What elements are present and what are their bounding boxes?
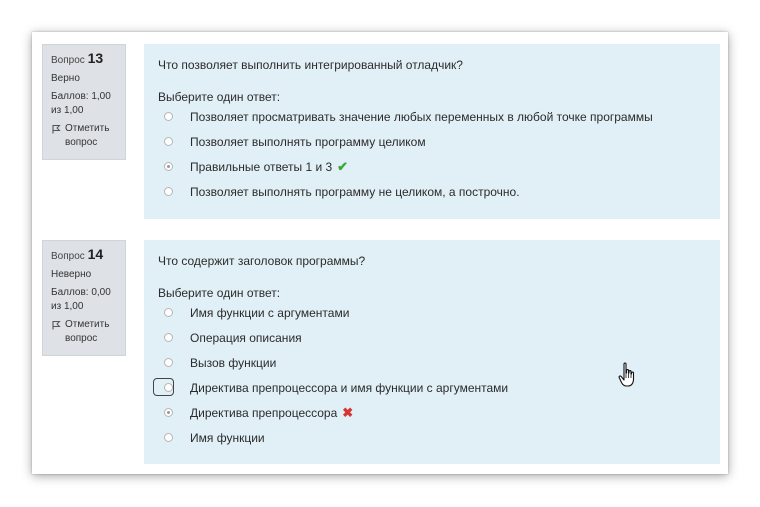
flag-question-link[interactable]: Отметить вопрос — [51, 122, 119, 150]
radio-button[interactable] — [164, 187, 173, 196]
incorrect-cross-icon: ✖ — [342, 404, 354, 420]
answer-label: Имя функции с аргументами — [190, 305, 350, 320]
radio-button[interactable] — [164, 358, 173, 367]
correct-check-icon: ✔ — [337, 158, 349, 174]
radio-button[interactable] — [164, 383, 173, 392]
answer-label: Директива препроцессора и имя функции с … — [190, 380, 509, 395]
radio-button[interactable] — [164, 308, 173, 317]
radio-button-checked[interactable] — [164, 408, 173, 417]
radio-button[interactable] — [164, 433, 173, 442]
question-status: Верно — [51, 73, 80, 84]
question-text: Что содержит заголовок программы? — [158, 254, 366, 268]
question-status: Неверно — [51, 269, 92, 280]
flag-icon — [52, 321, 61, 330]
answer-label: Директива препроцессора — [190, 405, 338, 420]
answer-option[interactable]: Позволяет выполнять программу целиком — [158, 129, 706, 154]
answer-option-selected[interactable]: Директива препроцессора ✖ — [158, 400, 706, 425]
question-info-13: Вопрос 13 Верно Баллов: 1,00 из 1,00 Отм… — [42, 44, 126, 160]
answer-prompt: Выберите один ответ: — [158, 286, 281, 300]
question-number-14: Вопрос 14 — [51, 247, 119, 264]
question-content-13: Что позволяет выполнить интегрированный … — [144, 44, 720, 219]
question-score: Баллов: 0,00 из 1,00 — [51, 287, 111, 312]
answer-option[interactable]: Позволяет выполнять программу не целиком… — [158, 179, 706, 204]
question-prefix: Вопрос — [51, 55, 85, 66]
answer-option[interactable]: Имя функции — [158, 425, 706, 450]
question-number-13: Вопрос 13 — [51, 51, 119, 68]
question-score: Баллов: 1,00 из 1,00 — [51, 91, 111, 116]
flag-question-link[interactable]: Отметить вопрос — [51, 318, 119, 346]
question-number: 13 — [87, 50, 104, 66]
answer-label: Вызов функции — [190, 355, 277, 370]
quiz-review-card: Вопрос 13 Верно Баллов: 1,00 из 1,00 Отм… — [32, 32, 728, 474]
answer-option[interactable]: Имя функции с аргументами — [158, 300, 706, 325]
answer-option[interactable]: Операция описания — [158, 325, 706, 350]
hand-pointer-icon — [618, 362, 635, 387]
answer-label: Операция описания — [190, 330, 302, 345]
question-content-14: Что содержит заголовок программы? Выбери… — [144, 240, 720, 464]
answer-label: Позволяет выполнять программу не целиком… — [190, 184, 520, 199]
flag-label: Отметить вопрос — [65, 319, 110, 344]
answer-label: Правильные ответы 1 и 3 — [190, 159, 333, 174]
answer-prompt: Выберите один ответ: — [158, 90, 281, 104]
answer-option[interactable]: Позволяет просматривать значение любых п… — [158, 104, 706, 129]
answer-label: Позволяет просматривать значение любых п… — [190, 109, 653, 124]
flag-icon — [52, 125, 61, 134]
answer-label: Позволяет выполнять программу целиком — [190, 134, 426, 149]
answer-list: Позволяет просматривать значение любых п… — [158, 104, 706, 204]
question-text: Что позволяет выполнить интегрированный … — [158, 58, 463, 72]
radio-button-checked[interactable] — [164, 162, 173, 171]
answer-option-selected[interactable]: Правильные ответы 1 и 3 ✔ — [158, 154, 706, 179]
radio-button[interactable] — [164, 112, 173, 121]
answer-label: Имя функции — [190, 430, 265, 445]
radio-button[interactable] — [164, 137, 173, 146]
radio-button[interactable] — [164, 333, 173, 342]
question-prefix: Вопрос — [51, 251, 85, 262]
question-info-14: Вопрос 14 Неверно Баллов: 0,00 из 1,00 О… — [42, 240, 126, 356]
question-number: 14 — [87, 246, 104, 262]
flag-label: Отметить вопрос — [65, 123, 110, 148]
